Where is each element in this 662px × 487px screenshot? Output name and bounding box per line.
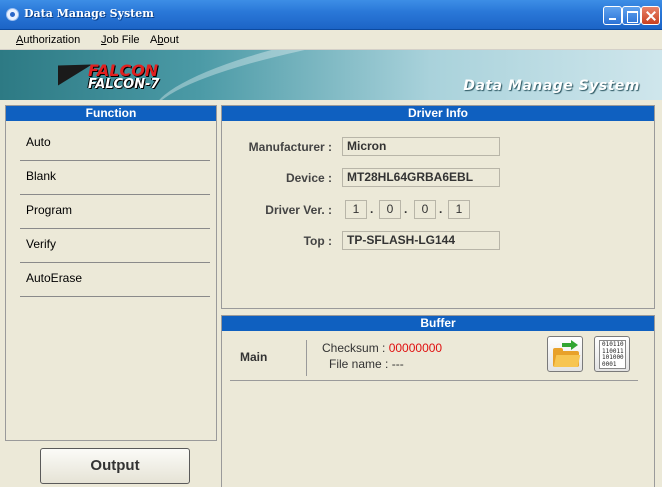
function-program[interactable]: Program bbox=[20, 195, 210, 229]
buffer-main-label: Main bbox=[240, 350, 268, 364]
buffer-edit-button[interactable]: 010110 110011 101000 0001 bbox=[594, 336, 630, 372]
buffer-header: Buffer bbox=[222, 316, 654, 331]
buffer-panel: Buffer Main Checksum : 00000000 File nam… bbox=[221, 315, 655, 487]
top-label: Top : bbox=[303, 234, 332, 248]
menu-about[interactable]: About bbox=[150, 34, 179, 46]
version-dot: . bbox=[404, 202, 408, 216]
function-verify[interactable]: Verify bbox=[20, 229, 210, 263]
binary-data-icon: 010110 110011 101000 0001 bbox=[599, 340, 626, 369]
load-file-button[interactable] bbox=[547, 336, 583, 372]
header-banner: FALCON FALCON-7 Data Manage System bbox=[0, 50, 662, 100]
menu-bar: Authorization Job File About bbox=[0, 30, 662, 50]
checksum-label: Checksum : bbox=[322, 341, 386, 355]
falcon-bird-icon bbox=[58, 54, 92, 86]
falcon-logo: FALCON FALCON-7 bbox=[58, 54, 178, 94]
output-button[interactable]: Output bbox=[40, 448, 190, 484]
folder-icon bbox=[553, 348, 581, 367]
maximize-button[interactable] bbox=[622, 6, 641, 25]
buffer-divider bbox=[306, 340, 307, 376]
driver-info-panel: Driver Info Manufacturer : Micron Device… bbox=[221, 105, 655, 309]
main-area: Function Auto Blank Program Verify AutoE… bbox=[0, 100, 662, 487]
menu-about-label: out bbox=[163, 34, 179, 46]
device-value: MT28HL64GRBA6EBL bbox=[342, 168, 500, 187]
filename-row: File name : --- bbox=[329, 357, 404, 371]
logo-model: FALCON-7 bbox=[88, 77, 160, 92]
banner-system-title: Data Manage System bbox=[463, 78, 640, 94]
close-button[interactable] bbox=[641, 6, 660, 25]
minimize-button[interactable] bbox=[603, 6, 622, 25]
checksum-value: 00000000 bbox=[388, 341, 443, 355]
checksum-row: Checksum : 00000000 bbox=[322, 341, 442, 355]
menu-authorization-label: uthorization bbox=[23, 34, 81, 46]
folder-front bbox=[553, 355, 581, 367]
menu-authorization[interactable]: Authorization bbox=[16, 34, 80, 46]
driver-version-build: 1 bbox=[448, 200, 470, 219]
arrow-shaft bbox=[562, 343, 571, 347]
menu-job-file[interactable]: Job File bbox=[101, 34, 140, 46]
driver-version-patch: 0 bbox=[414, 200, 436, 219]
version-dot: . bbox=[439, 202, 443, 216]
device-label: Device : bbox=[285, 171, 332, 185]
function-panel: Function Auto Blank Program Verify AutoE… bbox=[5, 105, 217, 441]
buffer-rule bbox=[230, 380, 638, 381]
function-header: Function bbox=[6, 106, 216, 121]
filename-value: --- bbox=[391, 357, 404, 371]
driver-version-label: Driver Ver. : bbox=[265, 203, 332, 217]
function-blank[interactable]: Blank bbox=[20, 161, 210, 195]
window-title: Data Manage System bbox=[24, 7, 154, 20]
manufacturer-label: Manufacturer : bbox=[248, 140, 332, 154]
arrow-right-icon bbox=[562, 340, 578, 350]
arrow-head bbox=[571, 340, 578, 350]
app-icon[interactable] bbox=[6, 8, 19, 21]
function-autoerase[interactable]: AutoErase bbox=[20, 263, 210, 297]
version-dot: . bbox=[370, 202, 374, 216]
driver-info-header: Driver Info bbox=[222, 106, 654, 121]
driver-version-major: 1 bbox=[345, 200, 367, 219]
driver-version-minor: 0 bbox=[379, 200, 401, 219]
function-auto[interactable]: Auto bbox=[20, 127, 210, 161]
manufacturer-value: Micron bbox=[342, 137, 500, 156]
filename-label: File name : bbox=[329, 357, 389, 371]
title-bar[interactable]: Data Manage System bbox=[0, 0, 662, 30]
top-value: TP-SFLASH-LG144 bbox=[342, 231, 500, 250]
menu-job-file-label: ob File bbox=[106, 34, 140, 46]
